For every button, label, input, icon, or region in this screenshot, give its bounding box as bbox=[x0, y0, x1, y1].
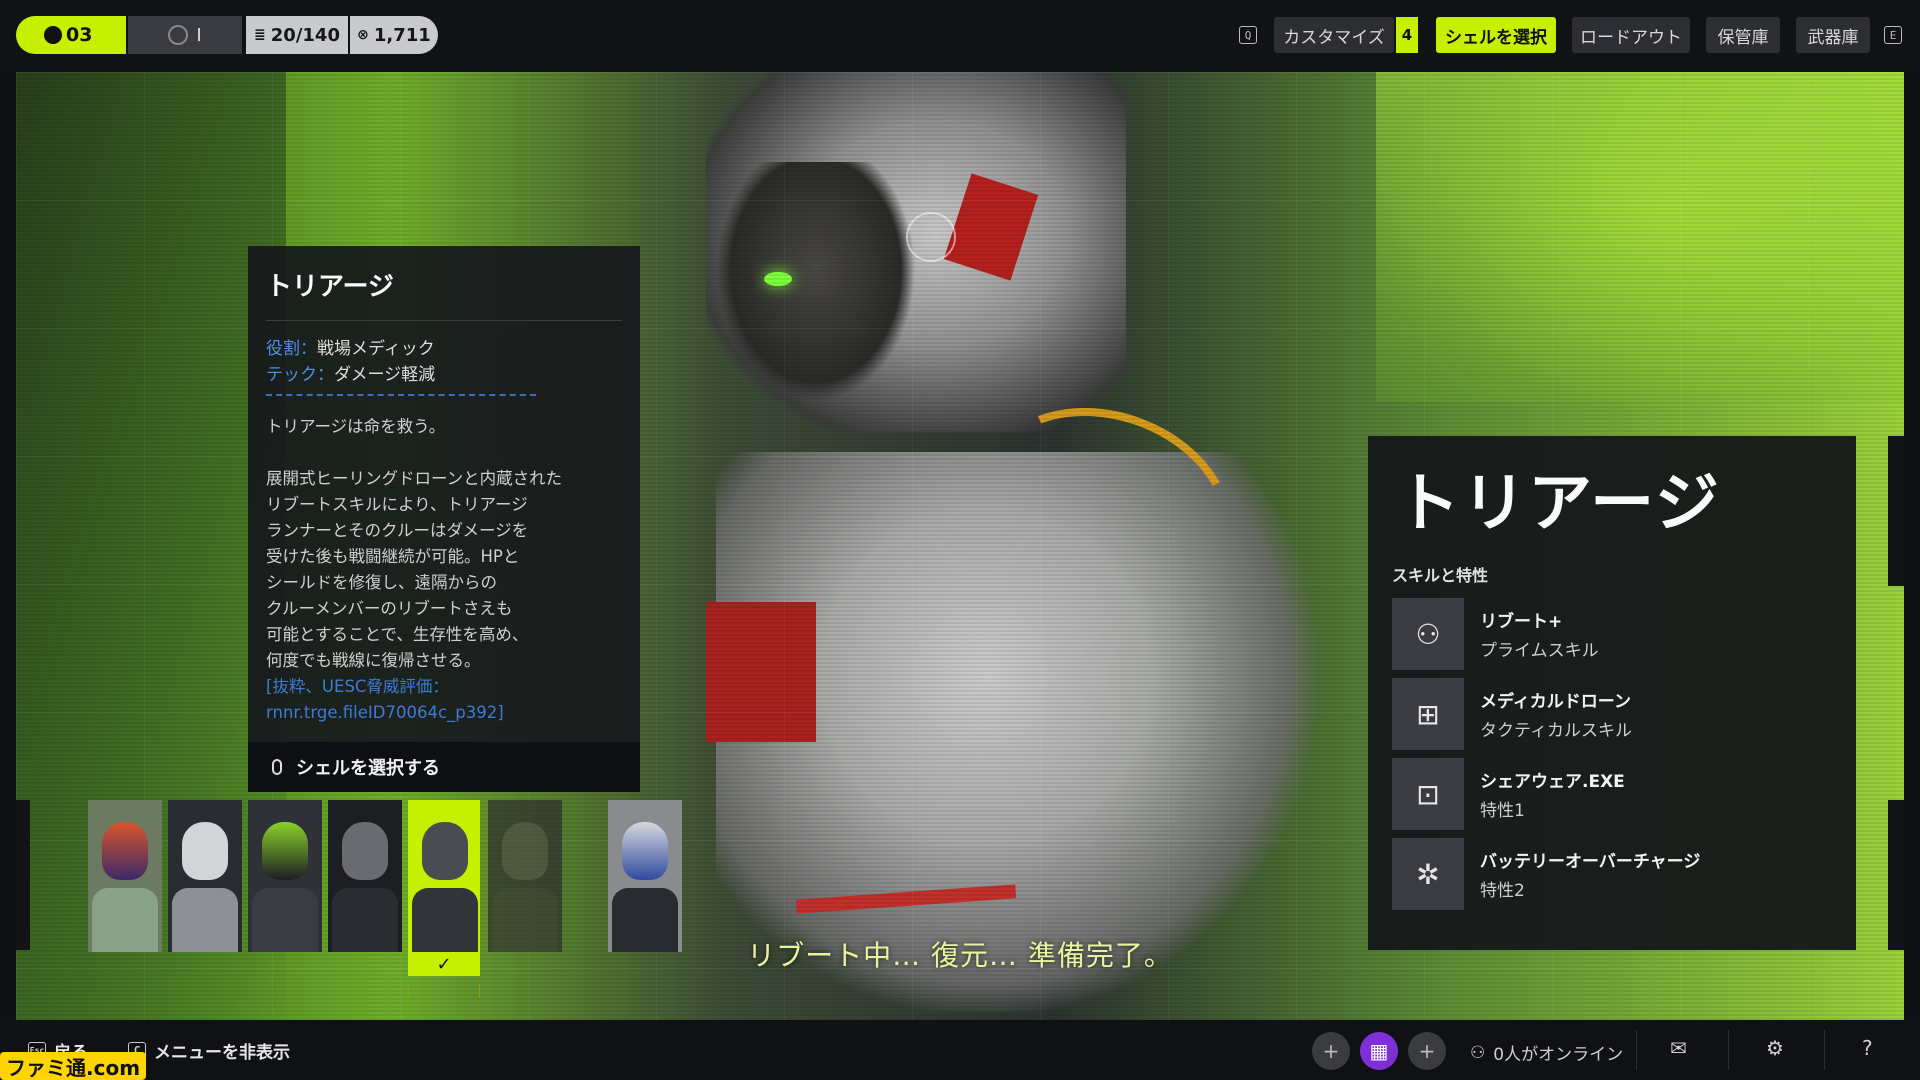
skill-name: メディカルドローン bbox=[1480, 692, 1631, 712]
inventory-value: 20/140 bbox=[270, 24, 340, 46]
site-watermark: ファミ通.com bbox=[0, 1052, 147, 1080]
add-party-member-button[interactable]: + bbox=[1408, 1032, 1446, 1070]
side-tab bbox=[16, 800, 30, 950]
tech-key: テック： bbox=[266, 365, 334, 385]
currency-count[interactable]: ⊗ 1,711 bbox=[350, 16, 438, 54]
skill-name: シェアウェア.EXE bbox=[1480, 772, 1625, 792]
voice-subtitle: リブート中… 復元… 準備完了。 bbox=[747, 939, 1173, 972]
online-friends[interactable]: ⚇ 0人がオンライン bbox=[1470, 1040, 1624, 1066]
shell-portrait[interactable] bbox=[328, 800, 402, 952]
tab-customize[interactable]: カスタマイズ bbox=[1274, 17, 1394, 53]
select-shell-button[interactable]: シェルを選択する bbox=[248, 742, 640, 792]
online-label: 0人がオンライン bbox=[1493, 1045, 1624, 1065]
skill-type: タクティカルスキル bbox=[1480, 721, 1632, 741]
shell-name-large: トリアージ bbox=[1396, 467, 1721, 541]
portrait-head bbox=[182, 822, 228, 880]
hide-menu-label: メニューを非表示 bbox=[154, 1043, 290, 1063]
currency-value: 1,711 bbox=[373, 24, 431, 46]
skill-type: 特性2 bbox=[1480, 881, 1525, 901]
hide-menu-button[interactable]: C メニューを非表示 bbox=[128, 1038, 290, 1063]
shell-title: トリアージ bbox=[266, 272, 394, 302]
friends-icon: ⚇ bbox=[1470, 1042, 1486, 1063]
reboot-icon: ⚇ bbox=[1392, 598, 1464, 670]
key-e-hint: E bbox=[1884, 26, 1902, 44]
skill-panel: トリアージ スキルと特性 ⚇ リブート+ プライムスキル ⊞ メディカルドローン… bbox=[1368, 436, 1856, 950]
tech-value: ダメージ軽減 bbox=[334, 365, 436, 385]
skill-row[interactable]: ✲ バッテリーオーバーチャージ 特性2 bbox=[1392, 838, 1832, 910]
settings-gear-icon[interactable]: ⚙ bbox=[1766, 1036, 1784, 1060]
mail-icon[interactable]: ✉ bbox=[1670, 1036, 1687, 1060]
shell-portrait[interactable] bbox=[88, 800, 162, 952]
role-key: 役割： bbox=[266, 339, 317, 359]
inventory-count[interactable]: ≣ 20/140 bbox=[246, 16, 348, 54]
side-tab bbox=[1888, 436, 1904, 586]
dashed-divider bbox=[266, 394, 536, 396]
divider bbox=[1728, 1030, 1729, 1070]
rank-badge[interactable]: I bbox=[128, 16, 242, 54]
skill-type: 特性1 bbox=[1480, 801, 1525, 821]
help-icon[interactable]: ? bbox=[1862, 1036, 1873, 1060]
mouse-icon bbox=[272, 759, 282, 775]
inventory-icon: ≣ bbox=[254, 27, 266, 43]
portrait-head bbox=[102, 822, 148, 880]
portrait-head bbox=[262, 822, 308, 880]
customize-badge: 4 bbox=[1396, 17, 1418, 53]
shell-portrait[interactable] bbox=[168, 800, 242, 952]
side-tab bbox=[1888, 800, 1904, 950]
player-level-badge[interactable]: 03 bbox=[16, 16, 126, 54]
skills-heading: スキルと特性 bbox=[1392, 566, 1489, 585]
selection-tick bbox=[408, 984, 409, 998]
portrait-head bbox=[502, 822, 548, 880]
selection-tick bbox=[479, 984, 480, 998]
currency-icon: ⊗ bbox=[357, 27, 369, 43]
shell-portrait-locked[interactable] bbox=[488, 800, 562, 952]
rank-label: I bbox=[196, 24, 202, 46]
skill-name: バッテリーオーバーチャージ bbox=[1480, 852, 1701, 872]
tab-vault[interactable]: 保管庫 bbox=[1706, 17, 1780, 53]
skill-row[interactable]: ⚇ リブート+ プライムスキル bbox=[1392, 598, 1832, 670]
rank-icon bbox=[168, 25, 189, 45]
shell-portrait-selected[interactable] bbox=[408, 800, 480, 952]
skill-row[interactable]: ⊞ メディカルドローン タクティカルスキル bbox=[1392, 678, 1832, 750]
shareware-icon: ⊡ bbox=[1392, 758, 1464, 830]
divider bbox=[266, 320, 622, 321]
divider bbox=[1636, 1030, 1637, 1070]
role-value: 戦場メディック bbox=[317, 339, 435, 359]
divider bbox=[1824, 1030, 1825, 1070]
shell-quote: [抜粋、UESC脅威評価： rnnr.trge.fileID70064c_p39… bbox=[266, 677, 504, 722]
shell-meta: 役割：戦場メディック テック：ダメージ軽減 bbox=[266, 336, 435, 388]
portrait-head bbox=[622, 822, 668, 880]
portrait-head bbox=[422, 822, 468, 880]
player-level: 03 bbox=[66, 24, 93, 46]
key-q-hint: Q bbox=[1239, 26, 1257, 44]
add-party-member-button[interactable]: + bbox=[1312, 1032, 1350, 1070]
select-shell-label: シェルを選択する bbox=[296, 758, 440, 779]
shell-info-panel: トリアージ 役割：戦場メディック テック：ダメージ軽減 トリアージは命を救う。 … bbox=[248, 246, 640, 742]
skill-row[interactable]: ⊡ シェアウェア.EXE 特性1 bbox=[1392, 758, 1832, 830]
shell-description: トリアージは命を救う。 展開式ヒーリングドローンと内蔵された リブートスキルによ… bbox=[266, 417, 563, 670]
skill-name: リブート+ bbox=[1480, 612, 1563, 632]
tab-armory[interactable]: 武器庫 bbox=[1796, 17, 1870, 53]
shell-portrait[interactable] bbox=[248, 800, 322, 952]
tab-select-shell[interactable]: シェルを選択 bbox=[1436, 17, 1556, 53]
player-avatar[interactable]: ▦ bbox=[1360, 1032, 1398, 1070]
skill-type: プライムスキル bbox=[1480, 641, 1599, 661]
battery-icon: ✲ bbox=[1392, 838, 1464, 910]
player-icon bbox=[44, 26, 62, 44]
portrait-head bbox=[342, 822, 388, 880]
shell-portrait[interactable] bbox=[608, 800, 682, 952]
tab-loadout[interactable]: ロードアウト bbox=[1572, 17, 1690, 53]
drone-icon: ⊞ bbox=[1392, 678, 1464, 750]
